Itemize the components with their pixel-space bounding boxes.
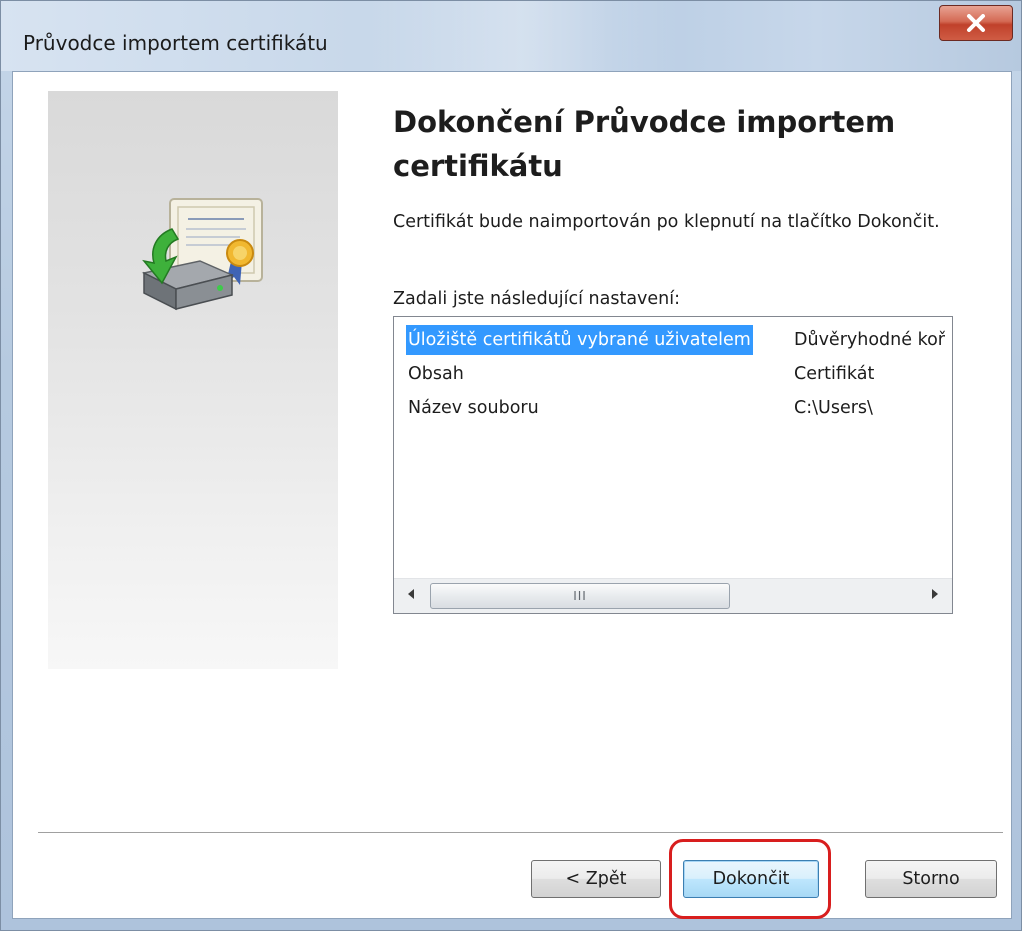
wizard-side-panel [48, 91, 338, 669]
arrow-right-icon [930, 587, 940, 605]
scroll-right-button[interactable] [918, 579, 952, 613]
finish-highlight-annotation [669, 839, 831, 919]
horizontal-scrollbar[interactable]: III [394, 578, 952, 613]
cancel-button[interactable]: Storno [865, 860, 997, 898]
settings-list[interactable]: Úložiště certifikátů vybrané uživatelem … [393, 316, 953, 614]
wizard-content: Dokončení Průvodce importem certifikátu … [12, 71, 1012, 919]
arrow-left-icon [406, 587, 416, 605]
page-description: Certifikát bude naimportován po klepnutí… [393, 212, 940, 232]
page-title: Dokončení Průvodce importem certifikátu [393, 105, 896, 183]
setting-key: Úložiště certifikátů vybrané uživatelem [406, 325, 753, 355]
close-button[interactable] [939, 5, 1013, 41]
close-icon [965, 14, 987, 32]
setting-value: C:\Users\ [794, 398, 873, 418]
certificate-import-icon [132, 191, 272, 326]
setting-value: Důvěryhodné koř [794, 330, 945, 350]
scroll-left-button[interactable] [394, 579, 428, 613]
setting-key: Název souboru [408, 398, 539, 418]
setting-key: Obsah [408, 364, 464, 384]
window-title: Průvodce importem certifikátu [23, 31, 328, 55]
grip-icon: III [573, 589, 587, 603]
footer-divider [38, 832, 1003, 834]
wizard-window: Průvodce importem certifikátu Dokončení … [0, 0, 1022, 931]
back-button[interactable]: < Zpět [531, 860, 661, 898]
setting-value: Certifikát [794, 364, 875, 384]
scrollbar-thumb[interactable]: III [430, 583, 730, 609]
title-bar-shine [361, 1, 681, 71]
title-bar: Průvodce importem certifikátu [1, 1, 1021, 71]
settings-label: Zadali jste následující nastavení: [393, 289, 681, 309]
